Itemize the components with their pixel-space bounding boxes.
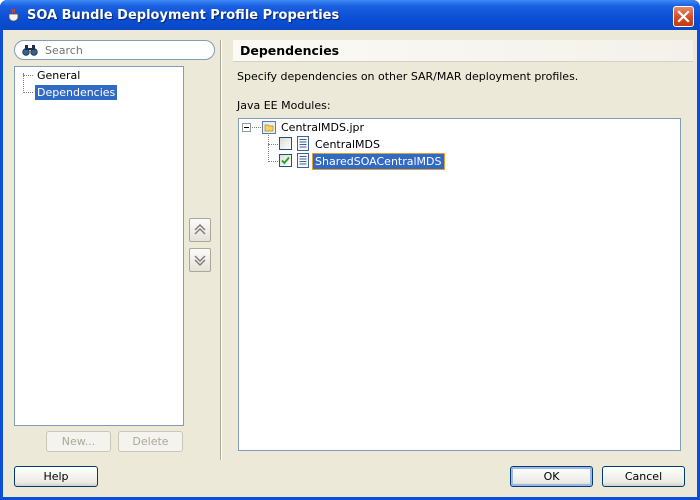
tree-root-label[interactable]: CentralMDS.jpr — [279, 120, 366, 135]
nav-item-dependencies[interactable]: Dependencies — [35, 85, 118, 100]
section-header: Dependencies — [233, 40, 693, 62]
document-icon — [297, 153, 309, 168]
document-icon — [297, 136, 309, 151]
tree-connector — [268, 144, 278, 145]
cancel-button[interactable]: Cancel — [602, 466, 685, 487]
centralmds-checkbox[interactable] — [279, 137, 292, 150]
splitter[interactable] — [220, 40, 222, 460]
collapse-toggle[interactable] — [242, 123, 251, 132]
double-chevron-down-icon — [194, 255, 206, 266]
tree-connector — [252, 127, 261, 128]
ok-button[interactable]: OK — [510, 466, 593, 487]
navigation-tree[interactable]: General Dependencies — [14, 66, 184, 426]
close-button[interactable] — [673, 6, 694, 27]
sharedsoacentralmds-checkbox[interactable] — [279, 154, 292, 167]
tree-connector — [268, 161, 278, 162]
modules-tree[interactable]: CentralMDS.jpr CentralMDS SharedSOACentr… — [238, 118, 681, 451]
help-button[interactable]: Help — [14, 466, 98, 487]
move-up-button[interactable] — [189, 218, 211, 242]
tree-item-sharedsoacentralmds[interactable]: SharedSOACentralMDS — [312, 153, 445, 170]
modules-label: Java EE Modules: — [237, 99, 331, 112]
app-cup-icon — [8, 8, 20, 22]
binoculars-icon — [22, 45, 38, 56]
move-down-button[interactable] — [189, 248, 211, 272]
tree-connector — [23, 75, 33, 76]
dialog-window: SOA Bundle Deployment Profile Properties — [0, 0, 700, 500]
delete-button[interactable]: Delete — [118, 431, 183, 452]
tree-connector — [268, 135, 269, 162]
search-box[interactable] — [14, 40, 215, 60]
double-chevron-up-icon — [194, 224, 206, 235]
new-button[interactable]: New... — [46, 431, 111, 452]
folder-icon — [262, 121, 276, 134]
search-input[interactable] — [45, 43, 205, 57]
close-icon — [677, 10, 690, 23]
tree-item-centralmds[interactable]: CentralMDS — [313, 137, 382, 152]
section-description: Specify dependencies on other SAR/MAR de… — [237, 70, 579, 83]
section-title: Dependencies — [240, 43, 340, 58]
dialog-body: General Dependencies New... Delete Depen… — [3, 30, 697, 497]
nav-item-general[interactable]: General — [35, 68, 82, 83]
window-title: SOA Bundle Deployment Profile Properties — [27, 8, 340, 23]
title-bar[interactable]: SOA Bundle Deployment Profile Properties — [0, 0, 700, 30]
checkmark-icon — [281, 156, 290, 165]
tree-connector — [23, 92, 33, 93]
